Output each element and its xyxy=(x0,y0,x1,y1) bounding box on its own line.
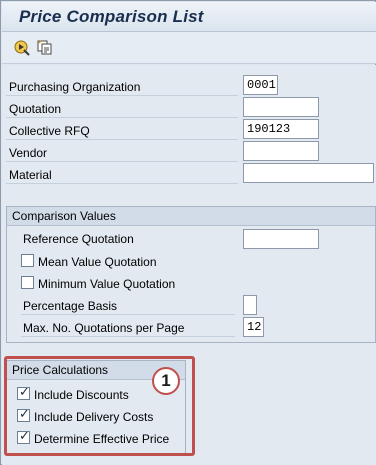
minimum-value-label: Minimum Value Quotation xyxy=(38,277,176,291)
quotation-field[interactable] xyxy=(243,97,319,117)
sap-screen-window: Price Comparison List Purchasing Organiz… xyxy=(0,0,376,465)
max-quotations-row: Max. No. Quotations per Page xyxy=(21,318,241,338)
purchasing-org-label: Purchasing Organization xyxy=(9,80,141,94)
reference-quotation-field[interactable] xyxy=(243,229,319,249)
material-label: Material xyxy=(9,168,52,182)
purchasing-org-field[interactable]: 0001 xyxy=(243,75,278,95)
vendor-field[interactable] xyxy=(243,141,319,161)
execute-icon xyxy=(14,40,30,56)
divider xyxy=(6,139,238,140)
percentage-basis-row: Percentage Basis xyxy=(21,296,241,316)
divider xyxy=(21,336,235,337)
minimum-value-checkbox[interactable]: Minimum Value Quotation xyxy=(21,274,241,294)
max-quotations-field[interactable]: 12 xyxy=(243,317,264,337)
get-variant-icon xyxy=(37,40,52,55)
title-bar: Price Comparison List xyxy=(2,2,376,32)
mean-value-checkbox[interactable]: Mean Value Quotation xyxy=(21,252,241,272)
divider xyxy=(6,183,238,184)
divider xyxy=(6,95,238,96)
collective-rfq-label: Collective RFQ xyxy=(9,124,90,138)
application-toolbar xyxy=(2,32,376,64)
divider xyxy=(6,161,238,162)
percentage-basis-field[interactable] xyxy=(243,295,257,315)
collective-rfq-field[interactable]: 190123 xyxy=(243,119,319,139)
execute-button[interactable] xyxy=(13,39,31,57)
divider xyxy=(6,117,238,118)
percentage-basis-label: Percentage Basis xyxy=(23,299,118,313)
step-number-badge: 1 xyxy=(152,367,180,395)
mean-value-label: Mean Value Quotation xyxy=(38,255,157,269)
page-title: Price Comparison List xyxy=(19,7,204,26)
material-field[interactable] xyxy=(243,163,374,183)
reference-quotation-label: Reference Quotation xyxy=(23,232,134,246)
quotation-label: Quotation xyxy=(9,102,62,116)
get-variant-button[interactable] xyxy=(36,39,54,57)
checkbox-box[interactable] xyxy=(21,276,34,289)
max-quotations-label: Max. No. Quotations per Page xyxy=(23,321,185,335)
purchasing-org-row: Purchasing Organization xyxy=(7,77,367,96)
checkbox-box[interactable] xyxy=(21,254,34,267)
comparison-values-header: Comparison Values xyxy=(7,207,375,226)
vendor-label: Vendor xyxy=(9,146,48,160)
divider xyxy=(21,314,235,315)
comparison-values-group: Comparison Values Reference Quotation Me… xyxy=(6,206,376,343)
